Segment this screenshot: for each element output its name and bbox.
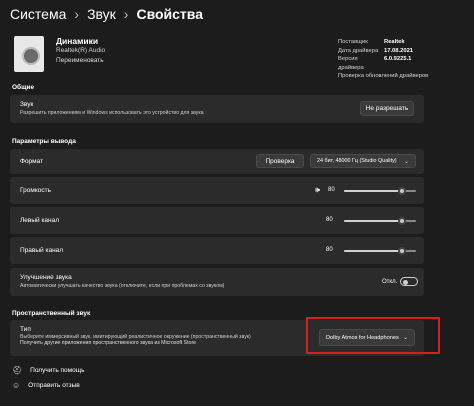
volume-label: Громкость: [20, 187, 51, 194]
slider-thumb[interactable]: [397, 247, 406, 255]
format-label: Формат: [20, 158, 44, 165]
slider-thumb[interactable]: [397, 187, 406, 195]
volume-value: 80: [328, 187, 335, 193]
enhance-desc: Автоматически улучшать качество звука (о…: [20, 283, 225, 289]
device-header: Динамики Realtek(R) Audio Переименовать: [14, 36, 105, 72]
enhance-state: Откл.: [382, 279, 398, 285]
left-channel-label: Левый канал: [20, 217, 60, 224]
chevron-down-icon: ⌄: [403, 158, 409, 165]
breadcrumb-system[interactable]: Система: [10, 6, 66, 22]
right-channel-label: Правый канал: [20, 247, 64, 254]
prop-value: Realtek: [384, 39, 405, 45]
check-driver-updates-link[interactable]: Проверка обновлений драйверов: [338, 72, 428, 81]
section-spatial-title: Пространственный звук: [12, 310, 91, 317]
slider-fill: [344, 190, 402, 192]
section-general-title: Общие: [12, 84, 35, 91]
highlight-box: [306, 317, 440, 354]
chevron-right-icon: ›: [123, 6, 129, 22]
slider-fill: [344, 250, 402, 252]
card-volume: Громкость 🕪 80: [10, 177, 424, 204]
spatial-type-label: Тип: [20, 326, 31, 333]
test-button[interactable]: Проверка: [256, 154, 304, 168]
card-left-channel: Левый канал 80: [10, 207, 424, 234]
section-output-title: Параметры вывода: [12, 138, 76, 145]
prop-value: 6.0.9225.1: [384, 56, 412, 62]
disallow-button[interactable]: Не разрешать: [360, 101, 414, 116]
right-channel-slider[interactable]: [344, 246, 416, 256]
audio-label: Звук: [20, 101, 34, 108]
enhance-label: Улучшение звука: [20, 274, 72, 281]
page-title: Свойства: [136, 6, 203, 22]
card-format: Формат Проверка 24 бит, 48000 Гц (Studio…: [10, 149, 424, 174]
left-channel-slider[interactable]: [344, 216, 416, 226]
microsoft-store-link[interactable]: Получить другие приложения пространствен…: [20, 340, 196, 347]
enhance-toggle[interactable]: [400, 277, 418, 286]
prop-key: Версия драйвера: [338, 56, 364, 71]
device-name: Динамики: [56, 36, 99, 46]
send-feedback-link[interactable]: ☺ Отправить отзыв: [12, 381, 80, 390]
card-enhance: Улучшение звука Автоматически улучшать к…: [10, 268, 424, 296]
format-value: 24 бит, 48000 Гц (Studio Quality): [317, 158, 397, 164]
get-help-label: Получить помощь: [30, 367, 85, 374]
card-audio-allow: Звук Разрешить приложениям и Windows исп…: [10, 95, 424, 123]
speaker-volume-icon[interactable]: 🕪: [315, 185, 320, 195]
device-driver: Realtek(R) Audio: [56, 47, 106, 54]
rename-link[interactable]: Переименовать: [56, 56, 105, 66]
get-help-link[interactable]: ⛑ Получить помощь: [12, 366, 84, 375]
slider-thumb[interactable]: [397, 217, 406, 225]
help-icon: ⛑: [12, 366, 23, 375]
chevron-right-icon: ›: [74, 6, 80, 22]
breadcrumb: Система › Звук › Свойства: [10, 6, 203, 22]
send-feedback-label: Отправить отзыв: [28, 382, 80, 389]
left-channel-value: 80: [326, 217, 333, 223]
right-channel-value: 80: [326, 247, 333, 253]
prop-key: Поставщик: [338, 39, 368, 45]
volume-slider[interactable]: [344, 186, 416, 196]
speaker-icon: [14, 36, 44, 72]
slider-fill: [344, 220, 402, 222]
feedback-icon: ☺: [12, 381, 21, 390]
audio-desc: Разрешить приложениям и Windows использо…: [20, 110, 204, 116]
format-dropdown[interactable]: 24 бит, 48000 Гц (Studio Quality) ⌄: [310, 154, 416, 168]
prop-value: 17.08.2021: [384, 47, 414, 54]
prop-key: Дата драйвера: [338, 47, 379, 54]
card-right-channel: Правый канал 80: [10, 237, 424, 264]
breadcrumb-sound[interactable]: Звук: [87, 6, 116, 22]
driver-properties: Поставщик Realtek Дата драйвера 17.08.2021…: [338, 38, 428, 81]
